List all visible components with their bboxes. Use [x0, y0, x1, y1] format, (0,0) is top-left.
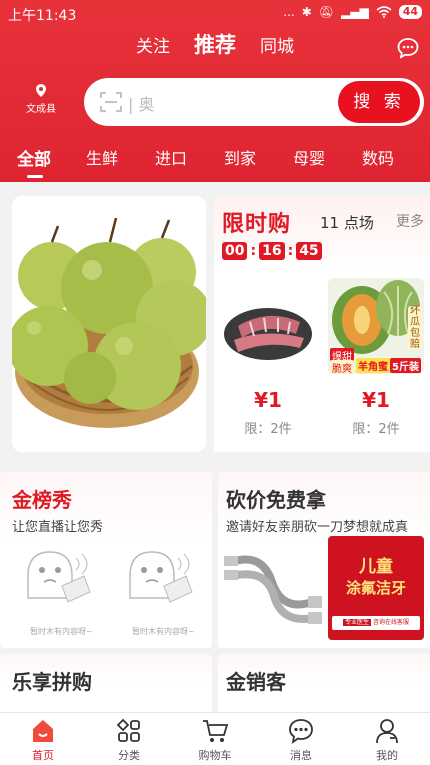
flash-product-1-price: ¥1 [254, 388, 282, 412]
empty-state-illustration-2 [129, 551, 193, 603]
grid-icon [116, 718, 140, 742]
kanjia-subtitle: 邀请好友亲朋砍一刀梦想就成真 [226, 520, 409, 535]
status-bar: 上午11:43 ... ✱ 🔕︎ ▂▄▆ 44 [0, 0, 430, 28]
search-bar[interactable]: | 奥 搜 索 [84, 78, 424, 126]
lexiang-card[interactable]: 乐享拼购 [0, 654, 212, 712]
tab-home-label: 首页 [32, 749, 54, 762]
melon-tag-crisp: 脆爽 [330, 360, 354, 374]
mute-bell-icon: 🔕︎ [318, 5, 334, 19]
wifi-icon [376, 6, 392, 18]
flash-product-2-limit: 限：2件 [352, 422, 400, 437]
tab-follow[interactable]: 关注 [136, 32, 170, 57]
melon-tag-weight: 5斤装 [390, 358, 421, 373]
category-home-delivery[interactable]: 到家 [224, 145, 256, 169]
flash-sale-more-link[interactable]: 更多 [396, 211, 424, 231]
search-button[interactable]: 搜 索 [338, 81, 420, 123]
flash-product-1[interactable]: ¥1 限：2件 [220, 278, 316, 437]
header: 上午11:43 ... ✱ 🔕︎ ▂▄▆ 44 关注 推荐 同城 文成县 | 奥… [0, 0, 430, 182]
tab-category[interactable]: 分类 [99, 713, 159, 765]
bluetooth-icon: ✱ [301, 5, 312, 19]
melon-tag-variety: 羊角蜜 [356, 358, 390, 373]
tab-messages[interactable]: 消息 [271, 713, 331, 765]
jinbang-subtitle: 让您直播让您秀 [12, 520, 104, 535]
flash-sale-title: 限时购 [222, 212, 292, 237]
chat-bubble-icon[interactable] [396, 36, 420, 60]
flash-sale-panel: 限时购 11 点场 更多 00 : 16 : 45 ¥1 限：2件 坏瓜包赔 爆… [214, 196, 430, 452]
tab-cart[interactable]: 购物车 [185, 713, 245, 765]
location-selector[interactable]: 文成县 [18, 84, 64, 115]
empty-state-text-2: 暂时木有内容呀~ [132, 627, 195, 636]
signal-dots: ... [283, 5, 295, 19]
content-area: 限时购 11 点场 更多 00 : 16 : 45 ¥1 限：2件 坏瓜包赔 爆… [0, 182, 430, 712]
category-digital[interactable]: 数码 [362, 145, 394, 169]
bottom-tab-bar: 首页 分类 购物车 消息 我的 [0, 712, 430, 765]
category-import[interactable]: 进口 [155, 145, 187, 169]
dental-ad-line1: 儿童 [359, 557, 393, 577]
location-pin-icon [36, 84, 46, 97]
jinbang-title: 金榜秀 [12, 488, 72, 512]
pork-ribs-image [220, 278, 316, 374]
jinxiao-title: 金销客 [226, 670, 286, 694]
tab-profile[interactable]: 我的 [357, 713, 417, 765]
flash-product-1-limit: 限：2件 [244, 422, 292, 437]
melon-sidetag: 坏瓜包赔 [408, 306, 422, 350]
category-fresh[interactable]: 生鲜 [86, 145, 118, 169]
melon-image: 坏瓜包赔 爆甜 脆爽 羊角蜜 5斤装 [328, 278, 424, 374]
lexiang-title: 乐享拼购 [12, 670, 92, 694]
braided-hose-image [222, 542, 326, 642]
user-icon [376, 719, 398, 744]
dental-ad-line2: 涂氟洁牙 [345, 579, 406, 597]
category-all[interactable]: 全部 [17, 145, 51, 170]
status-icons: ... ✱ 🔕︎ ▂▄▆ 44 [283, 5, 422, 19]
countdown-minutes: 16 [259, 242, 285, 260]
tab-local[interactable]: 同城 [260, 32, 294, 57]
scan-icon[interactable] [100, 92, 122, 112]
category-tabs: 全部 生鲜 进口 到家 母婴 数码 [0, 140, 430, 180]
home-icon [33, 720, 53, 742]
empty-state-illustration-1 [27, 551, 91, 603]
location-label: 文成县 [26, 104, 56, 115]
jinxiao-card[interactable]: 金销客 [218, 654, 430, 712]
kanjia-card[interactable]: 砍价免费拿 邀请好友亲朋砍一刀梦想就成真 儿童 涂氟洁牙 专业医生 咨询在线客服 [218, 472, 430, 648]
flash-product-2-price: ¥1 [362, 388, 390, 412]
active-category-indicator [27, 175, 43, 178]
tab-profile-label: 我的 [376, 749, 398, 762]
featured-product-card[interactable] [12, 196, 206, 452]
jinbang-card[interactable]: 金榜秀 让您直播让您秀 暂时木有内容呀~ 暂时木有内容呀~ [0, 472, 212, 648]
countdown-timer: 00 : 16 : 45 [222, 242, 322, 260]
countdown-hours: 00 [222, 242, 248, 260]
kanjia-title: 砍价免费拿 [226, 488, 326, 512]
flash-product-2[interactable]: 坏瓜包赔 爆甜 脆爽 羊角蜜 5斤装 ¥1 限：2件 [328, 278, 424, 437]
countdown-seconds: 45 [296, 242, 322, 260]
tab-messages-label: 消息 [290, 749, 312, 762]
flash-sale-round: 11 点场 [320, 214, 374, 232]
dental-ad-footer: 专业医生 咨询在线客服 [332, 616, 420, 630]
pears-basket-image [12, 196, 206, 452]
battery-indicator: 44 [398, 5, 422, 19]
category-baby[interactable]: 母婴 [293, 145, 325, 169]
status-time: 上午11:43 [8, 8, 77, 24]
tab-cart-label: 购物车 [198, 749, 232, 762]
tab-home[interactable]: 首页 [13, 713, 73, 765]
cart-icon [203, 720, 229, 742]
cell-signal-icon: ▂▄▆ [341, 5, 369, 19]
message-bubble-icon [289, 719, 313, 744]
tab-recommend[interactable]: 推荐 [194, 29, 236, 59]
empty-state-text-1: 暂时木有内容呀~ [30, 627, 93, 636]
search-input[interactable]: | 奥 [128, 91, 155, 115]
dental-ad-image: 儿童 涂氟洁牙 专业医生 咨询在线客服 [328, 536, 424, 640]
tab-category-label: 分类 [118, 749, 140, 762]
top-nav: 关注 推荐 同城 [0, 32, 430, 66]
